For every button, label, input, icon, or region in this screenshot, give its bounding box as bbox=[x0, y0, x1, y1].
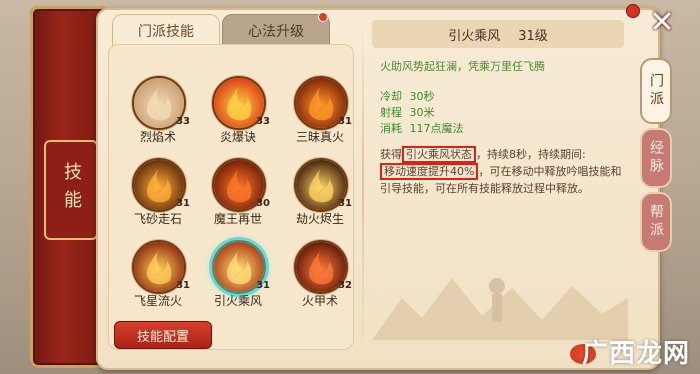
effect-line-1: 获得 引火乘风状态 ，持续8秒，持续期间: bbox=[380, 146, 586, 163]
skill-name: 飞星流火 bbox=[133, 294, 182, 308]
skill-detail-level: 31级 bbox=[518, 28, 548, 44]
effect-buff-highlight: 引火乘风状态 bbox=[402, 146, 476, 163]
panel-divider bbox=[362, 20, 364, 350]
skill-item[interactable]: 30 魔王再世 bbox=[200, 158, 276, 238]
effect-speed-highlight: 移动速度提升40% bbox=[380, 163, 479, 180]
effect-rest-1: ，可在移动中释放吟唱技能和 bbox=[478, 165, 622, 178]
skill-level: 31 bbox=[338, 116, 352, 127]
effect-duration: ，持续8秒，持续期间: bbox=[476, 148, 586, 161]
skill-name: 飞砂走石 bbox=[133, 212, 182, 226]
skill-config-button[interactable]: 技能配置 bbox=[114, 321, 212, 349]
skill-level: 31 bbox=[176, 198, 190, 209]
skill-item[interactable]: 31 三昧真火 bbox=[282, 76, 358, 156]
skill-name: 三昧真火 bbox=[295, 130, 344, 144]
stat-label: 冷却 bbox=[380, 90, 402, 103]
skill-item[interactable]: 31 引火乘风 bbox=[200, 240, 276, 320]
notification-badge bbox=[318, 12, 328, 22]
skill-flavor-text: 火助风势起狂澜，凭乘万里任飞腾 bbox=[380, 60, 545, 73]
skill-detail-header: 引火乘风 31级 bbox=[372, 20, 624, 48]
side-tab-guild[interactable]: 帮派 bbox=[640, 192, 672, 252]
stat-label: 消耗 bbox=[380, 122, 402, 135]
stat-row-cost: 消耗 117点魔法 bbox=[380, 120, 464, 136]
stat-value: 30秒 bbox=[409, 90, 435, 103]
skill-level: 31 bbox=[176, 280, 190, 291]
skill-item[interactable]: 33 烈焰术 bbox=[120, 76, 196, 156]
skill-detail-name: 引火乘风 bbox=[448, 28, 501, 44]
skill-item[interactable]: 31 飞砂走石 bbox=[120, 158, 196, 238]
stat-value: 30米 bbox=[409, 106, 435, 119]
background-ink-scenery bbox=[372, 278, 628, 340]
skill-item[interactable]: 31 劫火烬生 bbox=[282, 158, 358, 238]
stat-label: 射程 bbox=[380, 106, 402, 119]
skill-item[interactable]: 32 火甲术 bbox=[282, 240, 358, 320]
side-label-skills: 技能 bbox=[44, 140, 98, 240]
skill-level: 32 bbox=[338, 280, 352, 291]
skill-level: 31 bbox=[338, 198, 352, 209]
skill-name: 劫火烬生 bbox=[295, 212, 344, 226]
skill-level: 33 bbox=[176, 116, 190, 127]
stat-row-cooldown: 冷却 30秒 bbox=[380, 88, 435, 104]
side-tab-meridian[interactable]: 经脉 bbox=[640, 128, 672, 188]
side-tab-sect[interactable]: 门派 bbox=[640, 58, 672, 124]
skill-name: 魔王再世 bbox=[213, 212, 262, 226]
tab-mind-upgrade[interactable]: 心法升级 bbox=[222, 14, 330, 48]
stat-value: 117点魔法 bbox=[409, 122, 464, 135]
skill-name: 引火乘风 bbox=[213, 294, 262, 308]
skill-name: 炎爆诀 bbox=[219, 130, 256, 144]
stat-row-range: 射程 30米 bbox=[380, 104, 435, 120]
skill-item[interactable]: 33 炎爆诀 bbox=[200, 76, 276, 156]
close-icon[interactable]: ✕ bbox=[644, 4, 680, 40]
skill-item[interactable]: 31 飞星流火 bbox=[120, 240, 196, 320]
skill-level: 30 bbox=[256, 198, 270, 209]
skill-name: 火甲术 bbox=[301, 294, 338, 308]
skill-name: 烈焰术 bbox=[139, 130, 176, 144]
effect-line-3: 引导技能，可在所有技能释放过程中释放。 bbox=[380, 182, 589, 195]
effect-line-2: 移动速度提升40% ，可在移动中释放吟唱技能和 bbox=[380, 163, 622, 180]
effect-prefix: 获得 bbox=[380, 148, 402, 161]
skill-level: 33 bbox=[256, 116, 270, 127]
watermark-text: 广西龙网 bbox=[581, 339, 690, 369]
skill-level: 31 bbox=[256, 280, 270, 291]
corner-pin bbox=[626, 4, 640, 18]
tab-sect-skills[interactable]: 门派技能 bbox=[112, 14, 220, 47]
